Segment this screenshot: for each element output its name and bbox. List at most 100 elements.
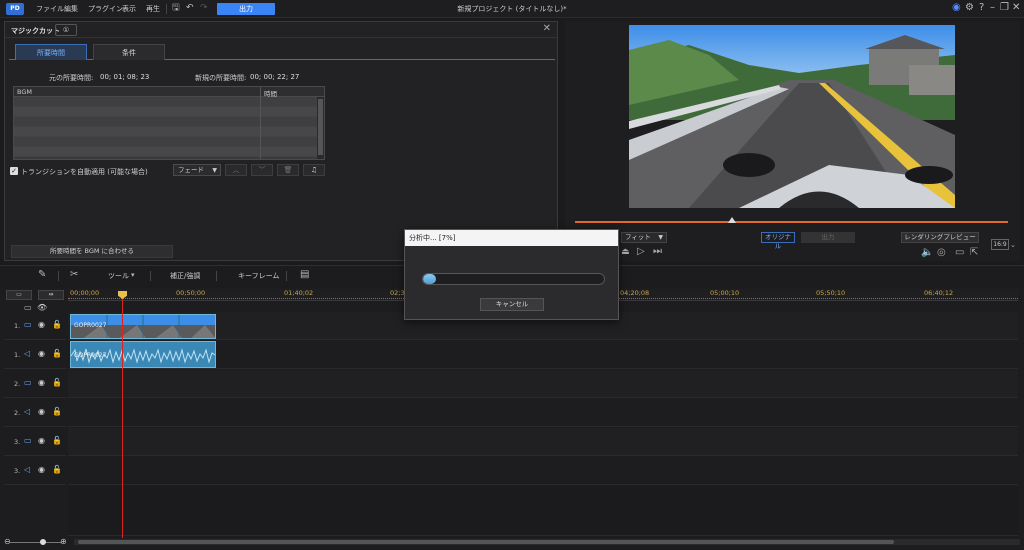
- undock-icon[interactable]: ⇱: [970, 248, 978, 258]
- panel-close-icon[interactable]: ✕: [543, 23, 551, 34]
- aspect-ratio-button[interactable]: 16:9: [991, 239, 1009, 250]
- settings-icon[interactable]: ⚙: [965, 2, 974, 14]
- track-number: 1.: [14, 351, 21, 359]
- pen-icon[interactable]: ✎: [38, 269, 46, 281]
- toolbar-separator: [286, 271, 287, 281]
- table-row[interactable]: [14, 147, 318, 157]
- track-header-video-3[interactable]: 3. ▭ ◉ 🔓: [4, 428, 66, 456]
- transition-select[interactable]: フェード ▼: [173, 164, 221, 176]
- table-row[interactable]: [14, 137, 318, 147]
- timeline-scrollbar[interactable]: [74, 539, 1020, 545]
- table-row[interactable]: [14, 97, 318, 107]
- track-header-video-2[interactable]: 2. ▭ ◉ 🔓: [4, 370, 66, 398]
- eye-icon[interactable]: ◉: [38, 436, 45, 446]
- video-preview[interactable]: [629, 25, 955, 208]
- preview-scrubber[interactable]: [575, 221, 1008, 223]
- play-icon[interactable]: ▷: [637, 247, 645, 257]
- new-duration-label: 新規の所要時間:: [195, 74, 247, 82]
- table-row[interactable]: [14, 127, 318, 137]
- progress-fill: [423, 274, 436, 284]
- lock-icon[interactable]: 🔓: [52, 349, 62, 359]
- help-icon[interactable]: ?: [979, 2, 984, 14]
- fix-enhance-button[interactable]: 補正/強調: [170, 271, 200, 281]
- move-down-button[interactable]: ﹀: [251, 164, 273, 176]
- scrollbar-thumb[interactable]: [78, 540, 894, 544]
- track-number: 1.: [14, 322, 21, 330]
- eye-icon[interactable]: ◉: [38, 320, 45, 330]
- eye-icon[interactable]: ◉: [38, 349, 45, 359]
- track-lane[interactable]: [68, 428, 1018, 456]
- scrubber-handle[interactable]: [728, 217, 736, 223]
- next-frame-icon[interactable]: ⏭: [653, 247, 662, 257]
- track-lane[interactable]: [68, 457, 1018, 485]
- column-header-bgm[interactable]: BGM: [17, 88, 32, 96]
- subtitle-icon[interactable]: ▤: [300, 269, 309, 281]
- track-header-audio-1[interactable]: 1. ◁ ◉ 🔓: [4, 341, 66, 369]
- ruler-tick: 04;20;08: [620, 289, 650, 297]
- lock-icon[interactable]: 🔓: [52, 378, 62, 388]
- account-icon[interactable]: ◉: [952, 2, 961, 14]
- snapshot-icon[interactable]: ◎: [937, 248, 946, 258]
- auto-transition-checkbox[interactable]: ✓: [10, 167, 18, 175]
- track-header-audio-3[interactable]: 3. ◁ ◉ 🔓: [4, 457, 66, 485]
- audio-clip[interactable]: GOPR0027: [70, 341, 216, 368]
- tab-conditions[interactable]: 条件: [93, 44, 165, 60]
- eye-icon[interactable]: ◉: [38, 407, 45, 417]
- eye-icon[interactable]: 👁: [37, 303, 47, 312]
- screen-icon[interactable]: ▭: [24, 303, 32, 312]
- video-frame: [629, 25, 955, 208]
- ruler-tick: 02;3: [390, 289, 405, 297]
- track-lane[interactable]: [68, 370, 1018, 398]
- tab-duration[interactable]: 所要時間: [15, 44, 87, 60]
- speaker-icon: ◁: [24, 349, 31, 358]
- cancel-button[interactable]: キャンセル: [480, 298, 544, 311]
- table-row[interactable]: [14, 117, 318, 127]
- lock-icon[interactable]: 🔓: [52, 407, 62, 417]
- delete-button[interactable]: 🗑: [277, 164, 299, 176]
- chevron-down-icon[interactable]: ⌄: [1010, 240, 1016, 250]
- original-view-button[interactable]: オリジナル: [761, 232, 795, 250]
- track-number: 3.: [14, 467, 21, 475]
- auto-transition-label: トランジションを自動適用 (可能な場合): [21, 168, 148, 176]
- add-music-button[interactable]: ♫: [303, 164, 325, 176]
- eye-icon[interactable]: ◉: [38, 465, 45, 475]
- chevron-down-icon: ▼: [658, 234, 663, 241]
- track-lane[interactable]: [68, 399, 1018, 427]
- table-scrollbar[interactable]: [317, 97, 324, 159]
- toolbar-separator: [58, 271, 59, 281]
- render-preview-button[interactable]: レンダリングプレビュー: [901, 232, 979, 243]
- scissors-icon[interactable]: ✂: [70, 269, 78, 281]
- eye-icon[interactable]: ◉: [38, 378, 45, 388]
- track-header-audio-2[interactable]: 2. ◁ ◉ 🔓: [4, 399, 66, 427]
- tools-menu[interactable]: ツール: [108, 271, 129, 281]
- restore-icon[interactable]: ❐: [1000, 2, 1009, 14]
- keyframe-button[interactable]: キーフレーム: [238, 271, 279, 281]
- zoom-select[interactable]: フィット ▼: [621, 232, 667, 243]
- track-manager-button[interactable]: ▭: [6, 290, 32, 300]
- track-header-video-1[interactable]: 1. ▭ ◉ 🔓: [4, 312, 66, 340]
- lock-icon[interactable]: 🔓: [52, 465, 62, 475]
- minimize-icon[interactable]: –: [990, 2, 995, 14]
- bgm-table[interactable]: BGM 時間: [13, 86, 325, 160]
- zoom-slider[interactable]: [10, 542, 62, 543]
- output-view-button[interactable]: 出力: [801, 232, 855, 243]
- display-icon[interactable]: ▭: [955, 248, 964, 258]
- lock-icon[interactable]: 🔓: [52, 436, 62, 446]
- track-lane-empty[interactable]: [68, 486, 1018, 536]
- video-track-icon: ▭: [24, 436, 32, 445]
- scrollbar-thumb[interactable]: [318, 99, 323, 155]
- zoom-in-icon[interactable]: ⊕: [60, 537, 67, 546]
- info-tab[interactable]: ①: [55, 24, 77, 36]
- lock-icon[interactable]: 🔓: [52, 320, 62, 330]
- table-row[interactable]: [14, 107, 318, 117]
- volume-icon[interactable]: 🔈: [921, 248, 933, 258]
- fit-duration-to-bgm-button[interactable]: 所要時間を BGM に合わせる: [11, 245, 173, 258]
- video-clip[interactable]: GOPR0027: [70, 314, 216, 339]
- close-icon[interactable]: ✕: [1012, 2, 1020, 14]
- analysis-progress-bar: [422, 273, 605, 285]
- step-icon[interactable]: ⏏: [621, 247, 630, 257]
- move-up-button[interactable]: ︿: [225, 164, 247, 176]
- zoom-slider-knob[interactable]: [40, 539, 46, 545]
- playhead-line: [122, 292, 123, 538]
- fit-timeline-button[interactable]: ⇹: [38, 290, 64, 300]
